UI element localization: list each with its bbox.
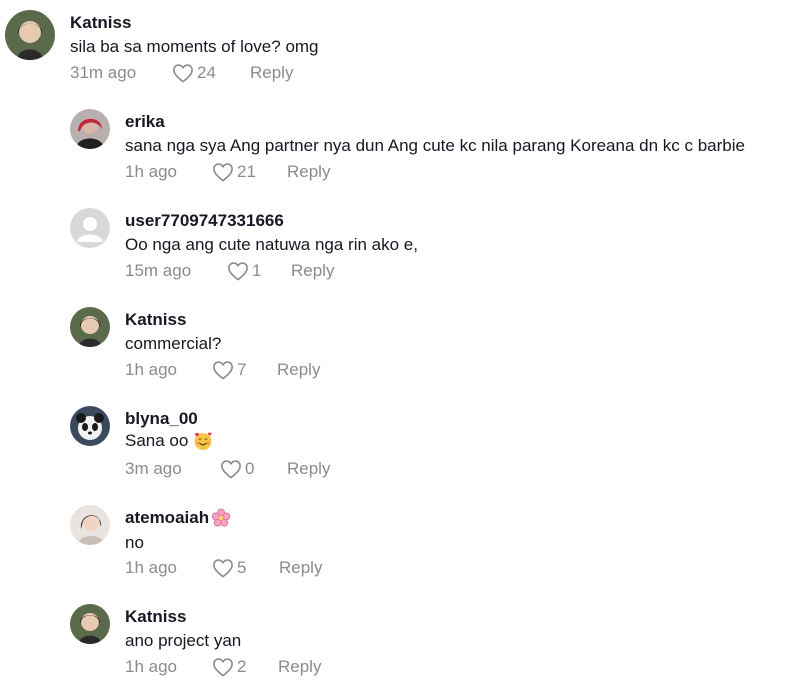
heart-outline-icon (212, 558, 234, 578)
comment-text-content: sana nga sya Ang partner nya dun Ang cut… (125, 136, 745, 155)
like-count: 24 (197, 63, 216, 82)
reply-button[interactable]: Reply (287, 162, 330, 182)
like-button[interactable]: 2 (212, 657, 246, 677)
like-count: 5 (237, 558, 247, 577)
username[interactable]: atemoaiah (125, 508, 231, 528)
reply-button[interactable]: Reply (291, 261, 334, 281)
avatar[interactable] (70, 109, 110, 149)
username-text[interactable]: atemoaiah (125, 508, 209, 528)
username[interactable]: Katniss (70, 13, 131, 33)
comment-text-content: commercial? (125, 334, 222, 353)
avatar[interactable] (70, 208, 110, 248)
comment-text-content: ano project yan (125, 631, 242, 650)
like-button[interactable]: 7 (212, 360, 246, 380)
username-text[interactable]: blyna_00 (125, 409, 198, 429)
heart-outline-icon (172, 63, 194, 83)
username-text[interactable]: user7709747331666 (125, 211, 284, 231)
timestamp: 1h ago (125, 360, 177, 379)
reply-button[interactable]: Reply (250, 63, 293, 83)
avatar[interactable] (70, 406, 110, 446)
username-text[interactable]: Katniss (125, 310, 186, 330)
like-count: 21 (237, 162, 256, 181)
like-count: 0 (245, 459, 255, 478)
cherry-blossom-emoji (211, 508, 231, 527)
smiling-face-with-hearts-emoji (194, 432, 212, 450)
comment-text: ano project yan (125, 631, 241, 651)
username[interactable]: blyna_00 (125, 409, 198, 429)
like-button[interactable]: 1 (227, 261, 261, 281)
comment-text: sana nga sya Ang partner nya dun Ang cut… (125, 136, 745, 156)
comment-text-content: Oo nga ang cute natuwa nga rin ako e, (125, 235, 418, 254)
heart-outline-icon (220, 459, 242, 479)
comment-text: no (125, 533, 144, 553)
comment-text-content: sila ba sa moments of love? omg (70, 37, 319, 56)
timestamp: 1h ago (125, 558, 177, 577)
like-button[interactable]: 21 (212, 162, 256, 182)
like-button[interactable]: 5 (212, 558, 246, 578)
username-text[interactable]: erika (125, 112, 165, 132)
like-count: 2 (237, 657, 247, 676)
reply-button[interactable]: Reply (277, 360, 320, 380)
username[interactable]: user7709747331666 (125, 211, 284, 231)
comment-text-content: no (125, 533, 144, 552)
comment-text: sila ba sa moments of love? omg (70, 37, 319, 57)
like-count: 7 (237, 360, 247, 379)
heart-outline-icon (212, 360, 234, 380)
avatar[interactable] (70, 505, 110, 545)
comment-text: commercial? (125, 334, 221, 354)
username[interactable]: Katniss (125, 310, 186, 330)
heart-outline-icon (212, 657, 234, 677)
reply-button[interactable]: Reply (279, 558, 322, 578)
avatar[interactable] (5, 10, 55, 60)
avatar[interactable] (70, 307, 110, 347)
username-text[interactable]: Katniss (70, 13, 131, 33)
avatar[interactable] (70, 604, 110, 644)
timestamp: 15m ago (125, 261, 192, 280)
heart-outline-icon (212, 162, 234, 182)
timestamp: 1h ago (125, 162, 177, 181)
comment-text-content: Sana oo (125, 431, 189, 450)
username[interactable]: Katniss (125, 607, 186, 627)
reply-button[interactable]: Reply (278, 657, 321, 677)
timestamp: 3m ago (125, 459, 182, 478)
comment-text: Sana oo (125, 431, 213, 451)
heart-outline-icon (227, 261, 249, 281)
username[interactable]: erika (125, 112, 165, 132)
reply-button[interactable]: Reply (287, 459, 330, 479)
timestamp: 31m ago (70, 63, 137, 82)
timestamp: 1h ago (125, 657, 177, 676)
like-button[interactable]: 0 (220, 459, 254, 479)
username-text[interactable]: Katniss (125, 607, 186, 627)
like-count: 1 (252, 261, 262, 280)
comment-text: Oo nga ang cute natuwa nga rin ako e, (125, 235, 418, 255)
like-button[interactable]: 24 (172, 63, 216, 83)
